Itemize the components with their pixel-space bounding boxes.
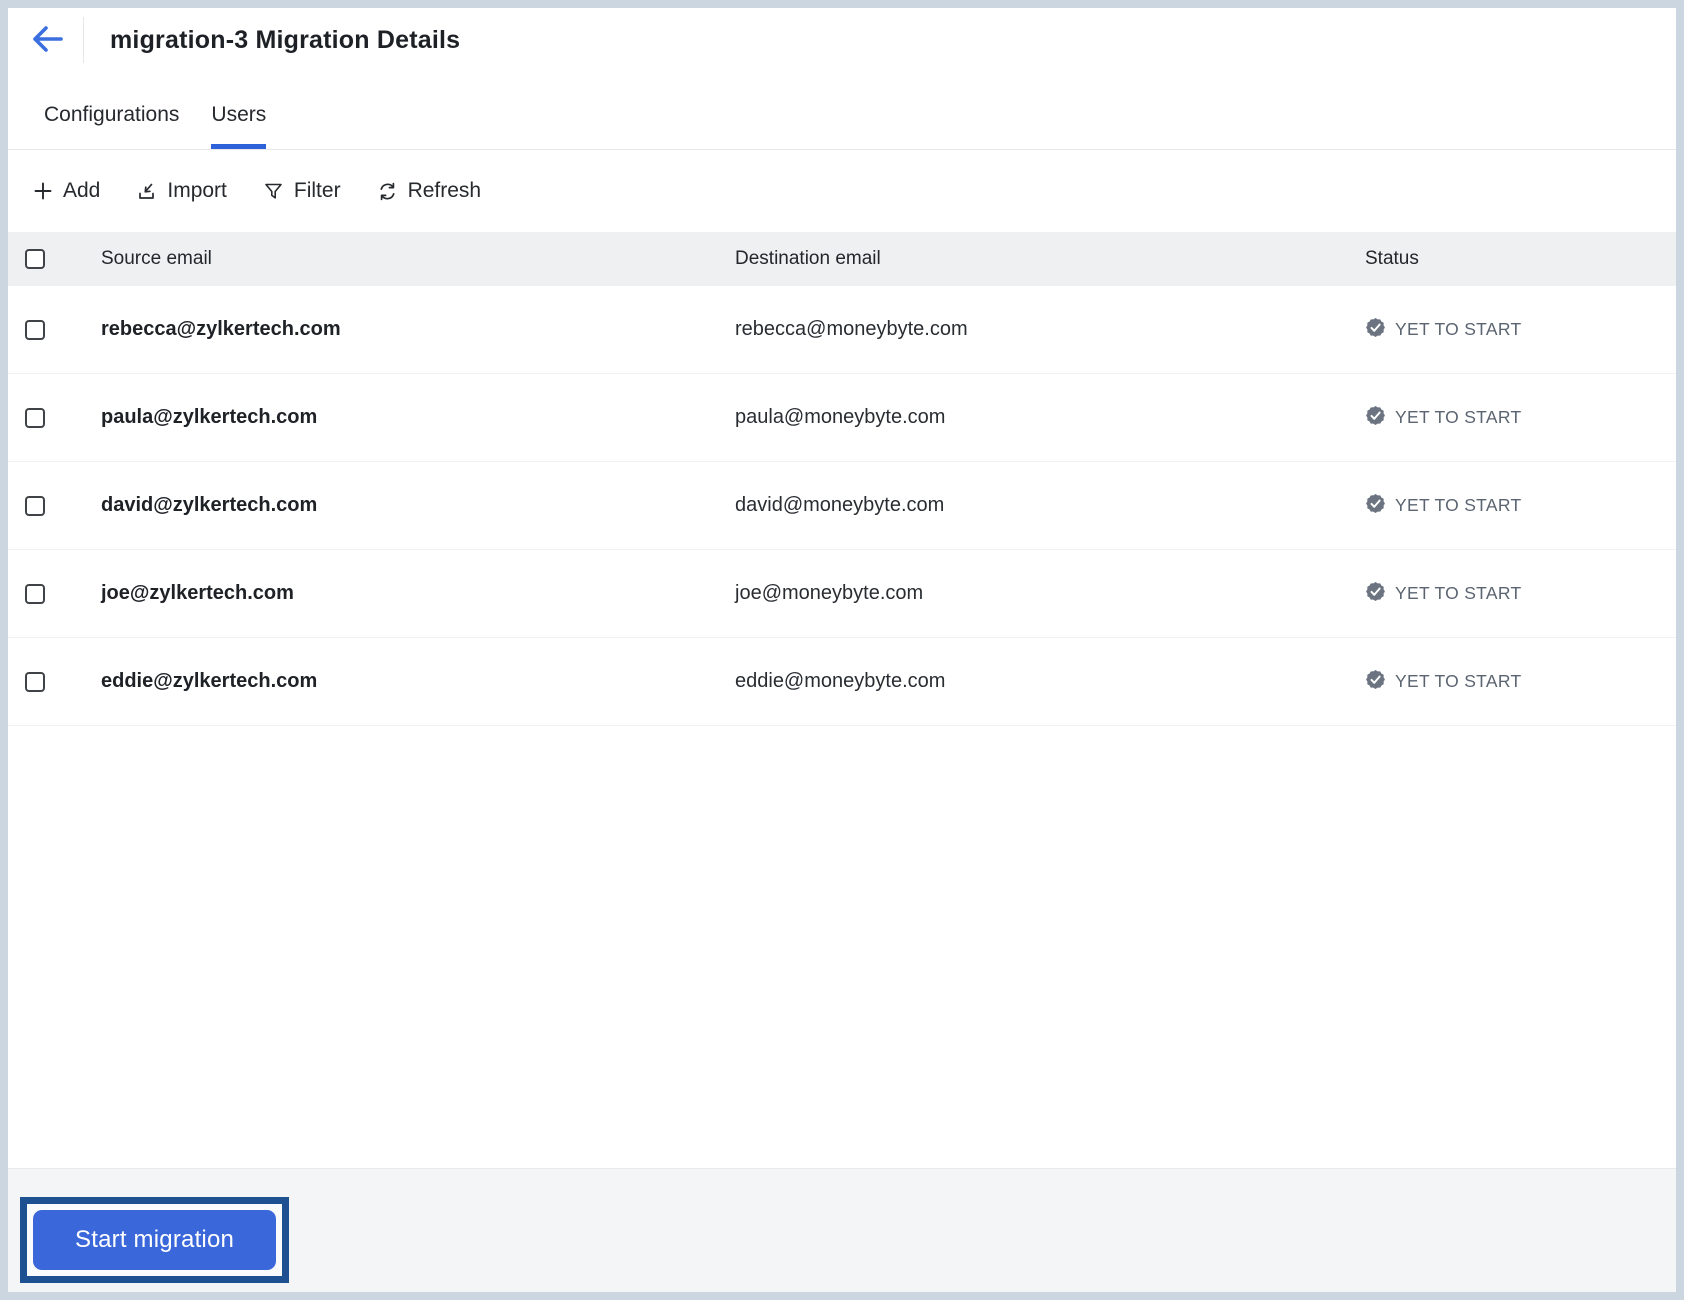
row-checkbox-cell [8,319,101,340]
source-email-cell: david@zylkertech.com [101,494,318,516]
status-label: YET TO START [1395,495,1522,515]
row-checkbox-cell [8,495,101,516]
table-row: paula@zylkertech.com paula@moneybyte.com… [8,374,1676,462]
row-checkbox[interactable] [25,583,45,604]
table-header-row: Source email Destination email Status [8,232,1676,286]
destination-email-cell: david@moneybyte.com [735,494,945,516]
import-button[interactable]: Import [136,179,227,203]
header-divider [83,17,84,63]
status-cell: YET TO START [1365,493,1676,519]
status-label: YET TO START [1395,407,1522,427]
page-header: migration-3 Migration Details [8,8,1676,72]
status-label: YET TO START [1395,319,1522,339]
status-label: YET TO START [1395,583,1522,603]
refresh-label: Refresh [407,179,482,202]
footer-bar: Start migration [8,1168,1676,1292]
table-body: rebecca@zylkertech.com rebecca@moneybyte… [8,286,1676,726]
status-cell: YET TO START [1365,317,1676,343]
add-label: Add [63,179,101,202]
status-cell: YET TO START [1365,581,1676,607]
column-header-status: Status [1365,248,1419,269]
table-row: eddie@zylkertech.com eddie@moneybyte.com… [8,638,1676,726]
start-migration-button[interactable]: Start migration [33,1210,277,1270]
tab-configurations[interactable]: Configurations [44,103,179,149]
row-checkbox-cell [8,671,101,692]
row-checkbox[interactable] [25,671,45,692]
table-row: joe@zylkertech.com joe@moneybyte.com YET… [8,550,1676,638]
row-checkbox[interactable] [25,495,45,516]
back-arrow-icon [29,23,65,58]
status-seal-check-icon [1365,317,1386,343]
destination-email-cell: paula@moneybyte.com [735,406,946,428]
source-email-cell: joe@zylkertech.com [101,582,294,604]
status-cell: YET TO START [1365,669,1676,695]
filter-funnel-icon [263,181,284,202]
import-label: Import [167,179,227,202]
source-email-cell: paula@zylkertech.com [101,406,318,428]
table-row: rebecca@zylkertech.com rebecca@moneybyte… [8,286,1676,374]
add-button[interactable]: Add [33,179,100,203]
source-email-cell: eddie@zylkertech.com [101,670,318,692]
back-button[interactable] [25,20,69,60]
column-header-destination-email: Destination email [735,248,881,269]
row-checkbox-cell [8,407,101,428]
column-header-source-email: Source email [101,248,212,269]
status-label: YET TO START [1395,671,1522,691]
status-seal-check-icon [1365,405,1386,431]
tab-bar: Configurations Users [8,72,1676,150]
refresh-button[interactable]: Refresh [377,179,482,203]
table-empty-space [8,726,1676,1168]
header-checkbox-cell [8,249,101,269]
app-window: migration-3 Migration Details Configurat… [0,0,1684,1300]
status-cell: YET TO START [1365,405,1676,431]
status-seal-check-icon [1365,581,1386,607]
status-seal-check-icon [1365,669,1386,695]
status-seal-check-icon [1365,493,1386,519]
source-email-cell: rebecca@zylkertech.com [101,318,341,340]
table-row: david@zylkertech.com david@moneybyte.com… [8,462,1676,550]
destination-email-cell: eddie@moneybyte.com [735,670,946,692]
row-checkbox-cell [8,583,101,604]
row-checkbox[interactable] [25,407,45,428]
users-table: Source email Destination email Status re… [8,232,1676,1168]
toolbar: Add Import Filter Refresh [8,150,1676,232]
destination-email-cell: joe@moneybyte.com [735,582,924,604]
annotation-highlight-box: Start migration [20,1197,290,1283]
row-checkbox[interactable] [25,319,45,340]
page-title: migration-3 Migration Details [110,25,461,54]
tab-users[interactable]: Users [211,103,266,149]
import-icon [136,181,157,202]
filter-button[interactable]: Filter [263,179,341,203]
plus-icon [33,181,53,201]
select-all-checkbox[interactable] [25,249,45,269]
filter-label: Filter [293,179,341,202]
destination-email-cell: rebecca@moneybyte.com [735,318,968,340]
refresh-icon [377,181,398,202]
